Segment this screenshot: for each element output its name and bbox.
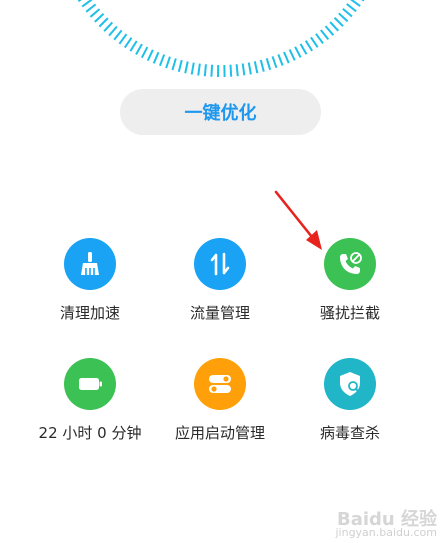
virus-scan-icon-circle [324, 358, 376, 410]
dial-tick [346, 3, 357, 13]
dial-tick [247, 62, 252, 75]
cleanup-icon-circle [64, 238, 116, 290]
dial-tick [190, 62, 195, 75]
data-management-tile[interactable]: 流量管理 [155, 238, 285, 338]
data-management-label: 流量管理 [189, 304, 250, 322]
virus-scan-tile[interactable]: 病毒查杀 [285, 358, 415, 458]
dial-tick [113, 29, 123, 41]
broom-icon [81, 252, 99, 275]
one-key-optimize-button[interactable]: 一键优化 [120, 89, 321, 135]
battery-icon [79, 378, 102, 390]
dial-tick [310, 36, 319, 48]
dial-tick [94, 12, 105, 23]
battery-status-tile[interactable]: 22 小时 0 分钟 [25, 358, 155, 458]
call-block-icon [340, 252, 362, 274]
dial-tick [320, 29, 330, 41]
data-icon-circle [194, 238, 246, 290]
dial-tick [81, 0, 93, 8]
score-dial-ring [77, 0, 365, 77]
watermark-main-text: Baidu 经验 [336, 509, 437, 530]
dial-tick [259, 59, 265, 72]
watermark: Baidu 经验 jingyan.baidu.com [335, 509, 437, 540]
dial-tick [265, 58, 272, 71]
one-key-optimize-label: 一键优化 [184, 103, 257, 124]
dial-tick [129, 40, 138, 52]
cleanup-accelerate-label: 清理加速 [59, 304, 120, 322]
dial-tick [229, 64, 233, 77]
dial-tick [177, 59, 183, 72]
battery-icon-circle [64, 358, 116, 410]
dial-tick [294, 46, 302, 58]
dial-tick [118, 33, 128, 45]
dial-tick [171, 58, 177, 71]
dial-tick [241, 63, 246, 76]
shield-scan-icon [340, 372, 360, 396]
dial-tick [165, 56, 171, 69]
watermark-url-text: jingyan.baidu.com [335, 526, 437, 539]
dial-tick [342, 7, 353, 18]
dial-tick [271, 56, 278, 69]
dial-tick [350, 0, 361, 7]
dial-tick [152, 51, 160, 64]
dial-tick [277, 54, 284, 66]
dial-tick [197, 63, 201, 76]
dial-tick [184, 61, 189, 74]
dial-tick [158, 54, 166, 67]
cleanup-accelerate-tile[interactable]: 清理加速 [25, 238, 155, 338]
battery-time-label: 22 小时 0 分钟 [38, 424, 142, 442]
dial-tick [108, 25, 118, 37]
dial-tick [85, 3, 97, 13]
dial-tick [324, 25, 335, 36]
harassment-icon-circle [324, 238, 376, 290]
dial-tick [103, 21, 114, 32]
dial-tick [140, 46, 149, 59]
dial-tick [338, 12, 349, 23]
dial-tick [299, 43, 308, 55]
dial-tick [361, 0, 365, 2]
virus-scan-label: 病毒查杀 [319, 424, 380, 442]
dial-tick [253, 61, 259, 74]
dial-tick [98, 17, 109, 28]
dial-tick [315, 33, 324, 45]
app-launch-icon-circle [194, 358, 246, 410]
dial-tick [288, 49, 296, 61]
dial-tick [210, 64, 214, 77]
dial-tick [235, 64, 239, 77]
dial-tick [329, 21, 340, 32]
dial-tick [203, 64, 207, 77]
harassment-block-label: 骚扰拦截 [319, 304, 380, 322]
dial-tick [135, 43, 143, 56]
dial-tick [333, 17, 344, 27]
dial-tick [283, 51, 290, 64]
dial-tick [123, 37, 133, 49]
dial-tick [89, 8, 101, 18]
red-annotation-arrow [274, 190, 322, 250]
dial-tick [77, 0, 82, 3]
app-launch-management-tile[interactable]: 应用启动管理 [155, 358, 285, 458]
app-launch-management-label: 应用启动管理 [174, 424, 265, 442]
toggles-icon [209, 375, 231, 393]
dial-tick [146, 49, 154, 62]
dial-tick [304, 40, 313, 52]
data-arrows-icon [210, 252, 230, 276]
